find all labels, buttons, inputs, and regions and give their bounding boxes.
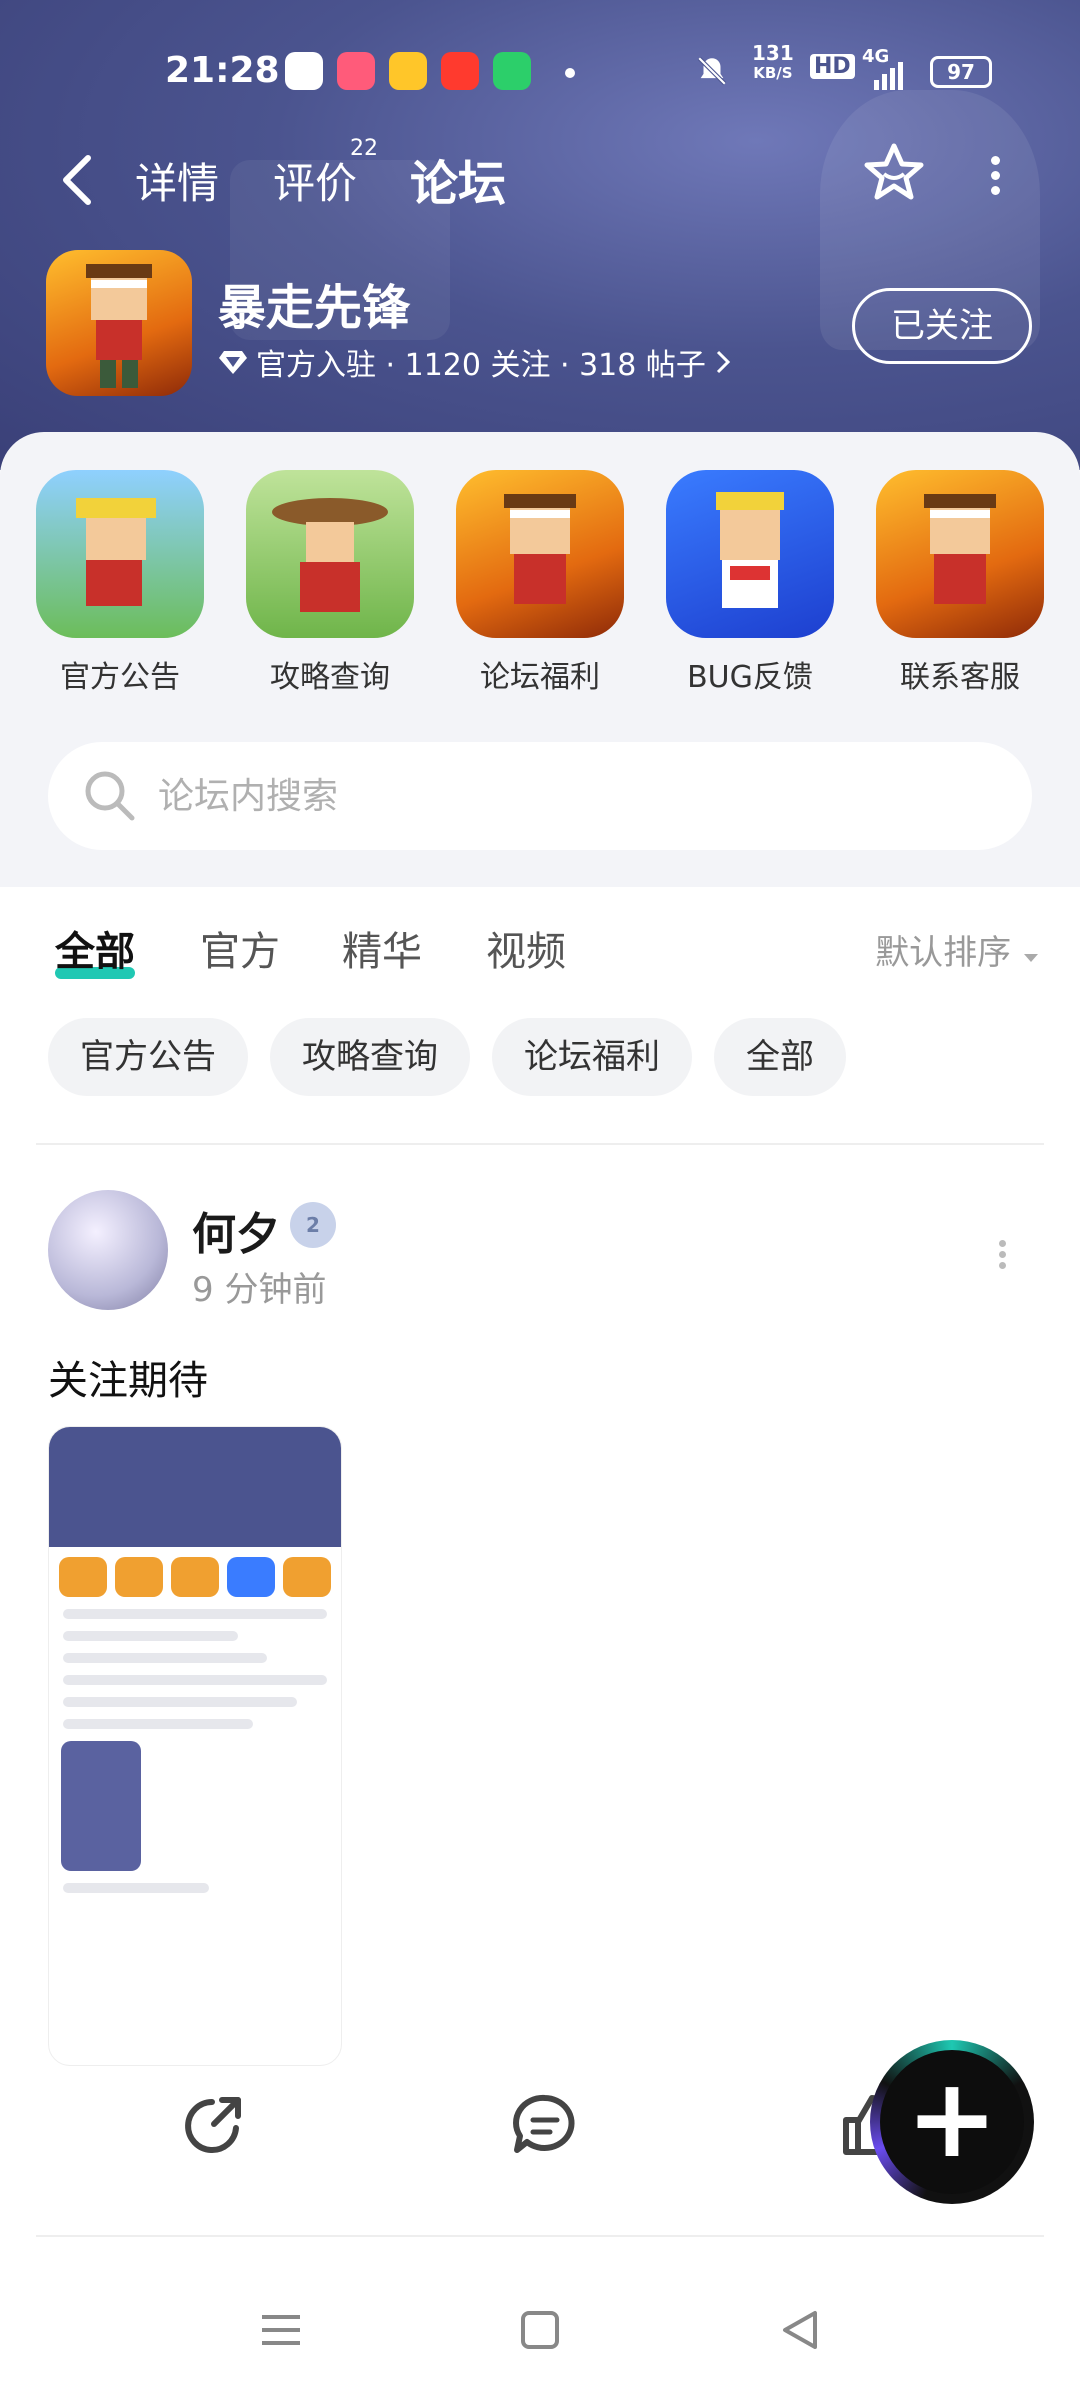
status-bar: 21:28 131 KB/S HD 4G 97 [0,40,1080,100]
game-icon[interactable] [46,250,192,396]
tab-details[interactable]: 详情 [135,150,219,211]
game-title: 暴走先锋 [218,280,411,336]
game-info: 暴走先锋 官方入驻 · 1120 关注 · 318 帖子 已关注 [46,250,1046,400]
forum-search-input[interactable] [158,762,998,830]
more-notifications-dot [565,68,575,78]
hd-indicator: HD [810,54,855,79]
announcement-icon [36,470,204,638]
category-chips: 官方公告 攻略查询 论坛福利 全部 [48,1018,846,1098]
quick-link-label: BUG反馈 [687,660,813,695]
notification-app-icon [389,52,427,90]
diamond-icon [219,351,247,374]
quick-links-panel: 官方公告 攻略查询 论坛福利 BUG反馈 联系客服 [0,432,1080,887]
chevron-right-icon [716,350,731,374]
quick-link-label: 官方公告 [60,660,180,695]
signal-icon [874,62,903,90]
divider [36,1143,1044,1145]
sort-dropdown[interactable]: 默认排序 [875,925,1040,974]
system-navigation-bar [0,2255,1080,2400]
quick-link-welfare[interactable]: 论坛福利 [455,470,625,696]
welfare-icon [456,470,624,638]
notification-app-icon [285,52,323,90]
more-options-button[interactable] [985,150,1005,200]
avatar[interactable] [48,1190,168,1310]
thumbnail-nested-image [61,1741,141,1871]
status-time: 21:28 [165,50,280,91]
follow-button[interactable]: 已关注 [852,288,1032,364]
home-icon[interactable] [515,2305,565,2355]
quick-link-label: 论坛福利 [480,660,600,695]
thumbnail-line [63,1609,327,1619]
network-speed: 131 KB/S [752,41,794,82]
thumbnail-header-art [49,1427,341,1547]
thumbnail-line [63,1675,327,1685]
top-nav: 详情 评价 22 论坛 [0,136,1080,220]
quick-link-label: 攻略查询 [270,660,390,695]
game-meta[interactable]: 官方入驻 · 1120 关注 · 318 帖子 [218,340,732,384]
caret-down-icon [1024,954,1038,962]
notification-app-icon [441,52,479,90]
quick-link-guides[interactable]: 攻略查询 [245,470,415,696]
favorite-star-icon[interactable] [862,140,926,204]
post-more-button[interactable] [995,1236,1009,1276]
back-arrow-icon[interactable] [58,150,98,210]
post-time: 9 分钟前 [192,1270,327,1310]
user-level-badge: 2 [290,1202,336,1248]
chip-guides[interactable]: 攻略查询 [270,1018,470,1096]
post-text: 关注期待 [48,1358,208,1404]
battery-indicator: 97 [930,56,992,88]
notification-app-icon [493,52,531,90]
chip-announcements[interactable]: 官方公告 [48,1018,248,1096]
post-image-thumbnail[interactable] [48,1426,342,2066]
forum-search-bar[interactable] [48,742,1032,850]
sort-label: 默认排序 [875,933,1012,973]
reviews-count-badge: 22 [350,136,378,161]
chip-all[interactable]: 全部 [714,1018,846,1096]
thumbnail-icons-row [59,1557,331,1597]
guide-icon [246,470,414,638]
chip-welfare[interactable]: 论坛福利 [492,1018,692,1096]
notification-app-icon [337,52,375,90]
game-character-art [86,264,152,388]
divider [36,2235,1044,2237]
quick-link-customer-service[interactable]: 联系客服 [875,470,1045,696]
back-icon[interactable] [775,2305,825,2355]
tab-forum[interactable]: 论坛 [410,144,507,216]
thumbnail-line [63,1719,253,1729]
thumbnail-line [63,1697,297,1707]
filter-tab-video[interactable]: 视频 [486,919,566,977]
plus-icon: + [880,2050,1024,2194]
tab-reviews[interactable]: 评价 [273,150,357,211]
search-icon [85,771,135,821]
game-header: 21:28 131 KB/S HD 4G 97 详情 评价 22 论坛 暴走先锋 … [0,0,1080,470]
quick-link-bug-report[interactable]: BUG反馈 [665,470,835,696]
post-author[interactable]: 何夕 [192,1198,280,1262]
filter-tabs: 全部 官方 精华 视频 默认排序 [0,905,1080,995]
quick-link-label: 联系客服 [900,660,1020,695]
game-meta-text: 官方入驻 · 1120 关注 · 318 帖子 [256,348,706,383]
thumbnail-line [63,1653,268,1663]
thumbnail-line [63,1631,239,1641]
customer-service-icon [876,470,1044,638]
comment-icon[interactable] [510,2090,580,2160]
quick-link-announcements[interactable]: 官方公告 [35,470,205,696]
bell-muted-icon [697,56,727,86]
thumbnail-line [63,1883,209,1893]
filter-tab-featured[interactable]: 精华 [342,919,422,977]
filter-tab-official[interactable]: 官方 [200,919,280,977]
create-post-button[interactable]: + [870,2040,1034,2204]
filter-tab-all[interactable]: 全部 [55,919,135,979]
bug-report-icon [666,470,834,638]
menu-icon[interactable] [256,2305,306,2355]
share-icon[interactable] [178,2090,248,2160]
